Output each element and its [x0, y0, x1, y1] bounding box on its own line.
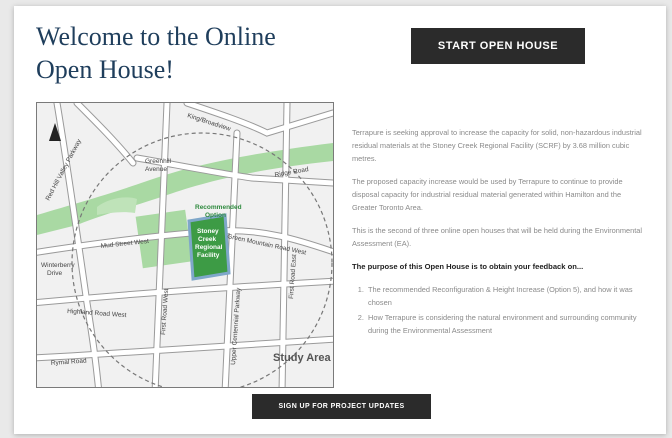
title-line-2: Open House! — [36, 55, 174, 84]
label-site-3: Regional — [195, 244, 223, 251]
signup-updates-button[interactable]: SIGN UP FOR PROJECT UPDATES — [252, 394, 431, 419]
label-site-2: Creek — [198, 236, 216, 243]
label-recommended: Recommended — [195, 204, 242, 211]
description-paragraph-3: This is the second of three online open … — [352, 226, 643, 248]
description-panel: Terrapure is seeking approval to increas… — [352, 126, 652, 374]
purpose-heading: The purpose of this Open House is to obt… — [352, 262, 584, 271]
title-line-1: Welcome to the Online — [36, 22, 276, 51]
purpose-item-2: How Terrapure is considering the natural… — [366, 311, 644, 337]
study-area-map: King/Broadview Greenhill Avenue Ridge Ro… — [36, 102, 334, 388]
label-winterberry-2: Drive — [47, 270, 63, 277]
label-greenhill-2: Avenue — [145, 166, 167, 173]
label-greenhill: Greenhill — [145, 158, 172, 165]
page-title: Welcome to the Online Open House! — [36, 20, 336, 86]
map-graphic: King/Broadview Greenhill Avenue Ridge Ro… — [37, 103, 333, 387]
label-site-4: Facility — [197, 252, 220, 259]
label-option: Option — [205, 212, 226, 219]
description-paragraph-2: The proposed capacity increase would be … — [352, 177, 623, 212]
open-house-card: Welcome to the Online Open House! START … — [14, 6, 666, 434]
label-study-area: Study Area — [273, 352, 332, 364]
description-paragraph-1: Terrapure is seeking approval to increas… — [352, 128, 642, 163]
purpose-item-1: The recommended Reconfiguration & Height… — [366, 283, 644, 309]
start-open-house-button[interactable]: START OPEN HOUSE — [411, 28, 585, 64]
label-winterberry: Winterberry — [41, 262, 75, 269]
label-site-1: Stoney — [197, 228, 219, 235]
purpose-list: The recommended Reconfiguration & Height… — [352, 283, 644, 337]
